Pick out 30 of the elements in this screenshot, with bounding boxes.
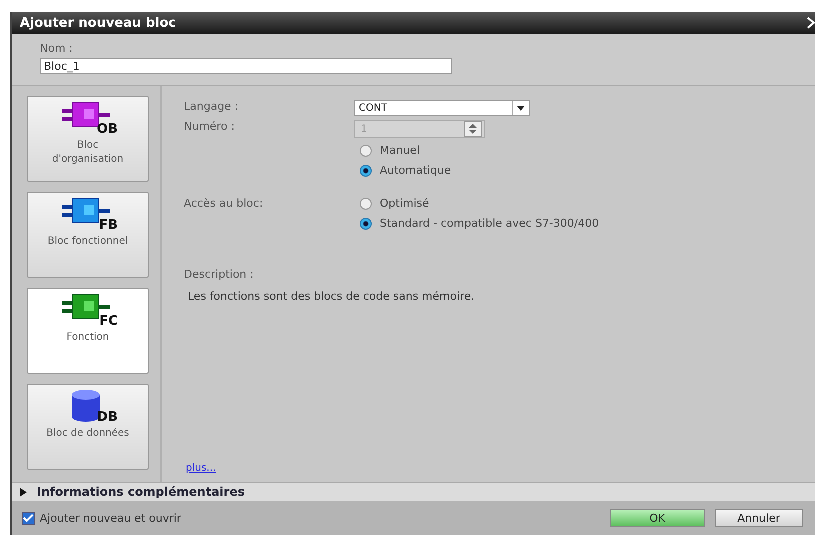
name-field[interactable]: Bloc_1 [40, 58, 452, 74]
ok-button[interactable]: OK [610, 509, 705, 527]
description-label: Description : [184, 268, 255, 281]
language-dropdown[interactable]: CONT [354, 100, 530, 116]
more-link[interactable]: plus... [186, 463, 216, 474]
description-text: Les fonctions sont des blocs de code sans mémoire. [188, 290, 476, 303]
radio-option[interactable]: Optimisé [360, 197, 815, 210]
info-label: Informations complémentaires [37, 485, 245, 499]
block-code: FB [99, 218, 118, 233]
block-type-button[interactable]: OB Bloc d'organisation [27, 96, 149, 182]
language-label: Langage : [184, 100, 240, 113]
cancel-button[interactable]: Annuler [715, 509, 803, 527]
block-type-button[interactable]: FC Fonction [27, 288, 149, 374]
expand-arrow-icon [20, 488, 27, 496]
block-code: FC [100, 314, 118, 329]
number-label: Numéro : [184, 120, 236, 133]
block-code: OB [97, 122, 118, 137]
block-type-button[interactable]: FB Bloc fonctionnel [27, 192, 149, 278]
block-code: DB [97, 410, 118, 425]
window-title: Ajouter nouveau bloc [20, 16, 176, 30]
close-icon[interactable] [807, 17, 815, 29]
caret-icon [517, 106, 525, 110]
block-type-button[interactable]: DB Bloc de données [27, 384, 149, 470]
add-and-open-checkbox[interactable]: Ajouter nouveau et ouvrir [22, 512, 182, 524]
radio-option[interactable]: Standard - compatible avec S7-300/400 [360, 217, 815, 230]
checkmark-icon [23, 514, 34, 522]
name-label: Nom : [40, 42, 74, 55]
access-label: Accès au bloc: [184, 197, 264, 210]
spinner-arrows-icon [469, 124, 477, 134]
info-bar[interactable]: Informations complémentaires [12, 482, 815, 501]
